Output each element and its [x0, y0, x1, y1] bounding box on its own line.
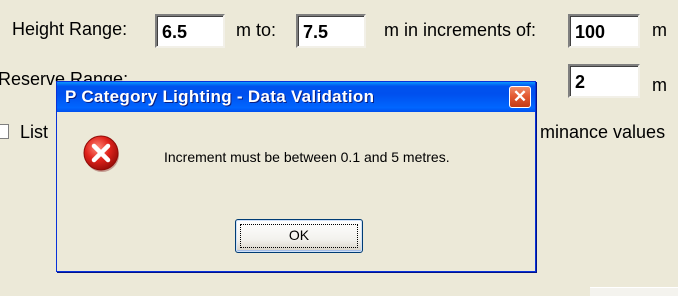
height-to-input[interactable]: 7.5 [296, 14, 366, 48]
reserve-increment-input[interactable]: 2 [568, 64, 640, 98]
height-unit-label: m [652, 20, 667, 40]
error-icon [83, 135, 119, 172]
height-increment-input[interactable]: 100 [568, 14, 640, 48]
screen: Height Range: 6.5 m to: 7.5 m in increme… [0, 0, 678, 296]
luminance-values-label: minance values [540, 122, 666, 142]
height-from-input[interactable]: 6.5 [155, 14, 225, 48]
list-checkbox-label: List [20, 122, 49, 142]
close-button[interactable]: ✕ [509, 86, 531, 108]
dialog-title: P Category Lighting - Data Validation [65, 87, 375, 106]
dialog-body: Increment must be between 0.1 and 5 metr… [60, 112, 532, 268]
ok-button[interactable]: OK [235, 219, 363, 253]
height-to-label: m to: [236, 20, 277, 40]
reserve-unit-label: m [652, 75, 667, 95]
ok-button-label: OK [288, 227, 310, 243]
list-checkbox[interactable] [0, 124, 9, 139]
dialog-titlebar[interactable]: P Category Lighting - Data Validation ✕ [57, 82, 535, 112]
validation-dialog: P Category Lighting - Data Validation ✕ … [56, 81, 536, 272]
height-range-label: Height Range: [12, 19, 128, 39]
height-increments-label: m in increments of: [384, 20, 537, 40]
partial-button[interactable] [590, 287, 678, 296]
error-message: Increment must be between 0.1 and 5 metr… [164, 149, 450, 165]
